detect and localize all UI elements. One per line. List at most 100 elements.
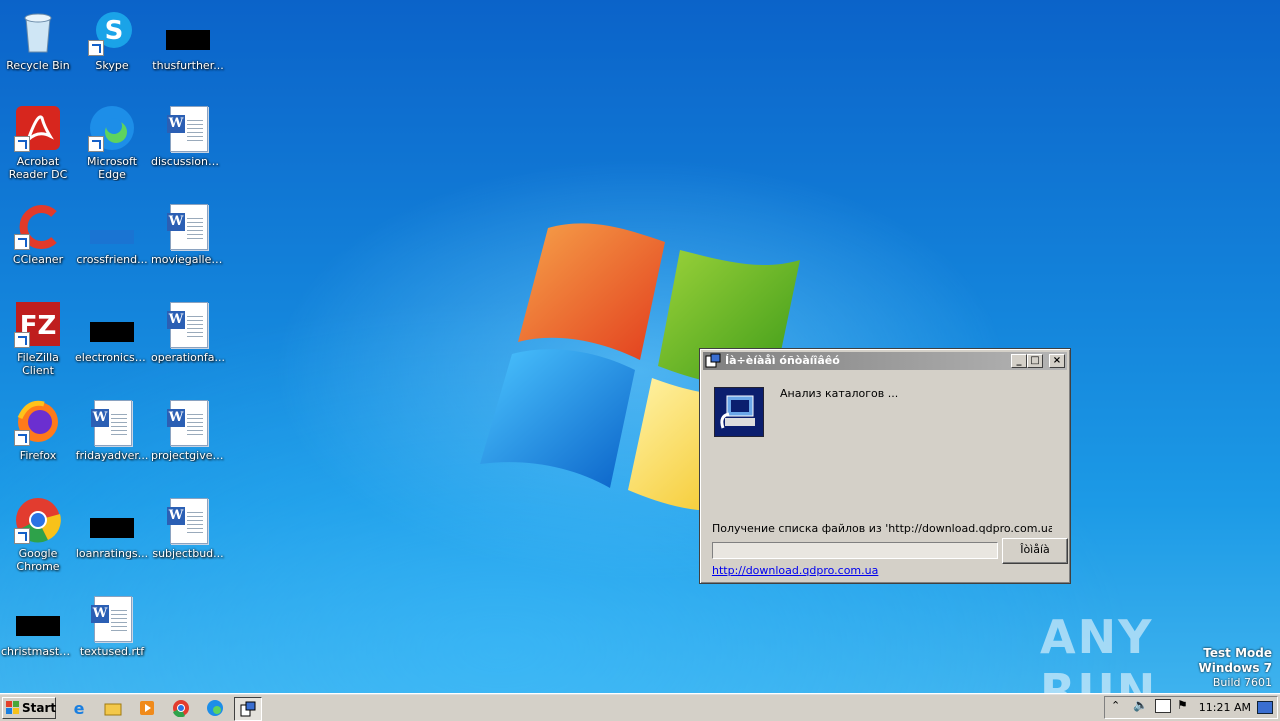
shortcut-arrow-icon [14,528,30,544]
svg-text:e: e [74,699,85,717]
desktop-icon-label: thusfurther... [152,59,224,72]
show-hidden-icons-icon[interactable]: ⌃ [1111,699,1120,712]
desktop-icon-label: subjectbud... [152,547,224,560]
desktop-icon-operationfa[interactable]: Woperationfa... [150,300,226,364]
word-document-icon: W [164,496,212,544]
desktop-icon-label: loanratings... [75,547,149,560]
desktop-icon-subjectbud[interactable]: Wsubjectbud... [150,496,226,560]
taskbar-installer-button[interactable] [234,697,262,721]
internet-explorer-icon: e [68,699,90,720]
desktop-icon-christmasth[interactable]: christmasth... [0,594,76,658]
redacted-icon [14,594,62,642]
media-player-icon [136,699,158,720]
desktop-icon-thusfurther[interactable]: thusfurther... [150,8,226,72]
desktop-icon-discussionm[interactable]: Wdiscussionm... [150,104,226,168]
redacted-icon [164,8,212,56]
volume-icon[interactable]: 🔈 [1133,698,1148,712]
desktop-icon-skype[interactable]: S Skype [74,8,150,72]
chrome-icon [14,496,62,544]
download-link[interactable]: http://download.qdpro.com.ua [712,564,878,577]
windows-flag-icon [6,701,19,714]
desktop-icon-label: CCleaner [12,253,64,266]
desktop-icon-ccleaner[interactable]: CCleaner [0,202,76,266]
clock[interactable]: 11:21 AM [1199,701,1251,714]
redacted-icon [88,300,136,348]
taskbar-explorer-button[interactable] [100,697,126,719]
installer-dialog: Íà÷èíàåì óñòàíîâêó _ □ × Анализ каталого… [699,348,1071,584]
desktop-icon-label: Google Chrome [16,547,60,573]
word-document-icon: W [164,398,212,446]
word-document-icon: W [164,104,212,152]
desktop-icon-loanratings[interactable]: loanratings... [74,496,150,560]
shortcut-arrow-icon [14,136,30,152]
computer-install-icon [714,387,764,437]
desktop-icon-label: Firefox [19,449,57,462]
show-desktop-icon[interactable] [1257,701,1273,714]
desktop-icon-label: FileZilla Client [17,351,59,377]
explorer-icon [102,699,124,720]
desktop-icon-label: projectgive.rtf [151,449,226,462]
dialog-message: Анализ каталогов ... [780,387,899,400]
network-icon[interactable] [1155,699,1171,713]
desktop-icon-textused-rtf[interactable]: Wtextused.rtf [74,594,150,658]
desktop-icon-label: Microsoft Edge [86,155,138,181]
edge-icon [204,699,226,720]
minimize-button[interactable]: _ [1011,354,1027,368]
desktop-icon-label: crossfriend... [76,253,148,266]
taskbar-edge-button[interactable] [202,697,228,719]
shortcut-arrow-icon [14,332,30,348]
desktop-icon-label: fridayadver... [75,449,149,462]
start-label: Start [22,701,57,715]
desktop-icon-label: Acrobat Reader DC [8,155,68,181]
dialog-title: Íà÷èíàåì óñòàíîâêó [725,354,840,367]
cancel-button[interactable]: Îòìåíà [1002,538,1068,564]
installer-icon [237,700,259,721]
desktop-icon-firefox[interactable]: Firefox [0,398,76,462]
recycle-bin-icon [14,8,62,56]
dialog-status-text: Получение списка файлов из 'http://downl… [712,522,1052,535]
acrobat-icon [14,104,62,152]
filezilla-icon: FZ [14,300,62,348]
desktop-icon-label: electronicsp... [75,351,150,364]
desktop-icon-recycle-bin[interactable]: Recycle Bin [0,8,76,72]
firefox-icon [14,398,62,446]
desktop-icon-label: Recycle Bin [6,59,70,72]
word-document-icon: W [164,300,212,348]
word-document-icon: W [88,594,136,642]
edge-icon [88,104,136,152]
watermark-line3: Build 7601 [1212,676,1272,689]
watermark-line1: Test Mode [1203,646,1272,660]
desktop-icon-fridayadver[interactable]: Wfridayadver... [74,398,150,462]
desktop-icon-electronicsp[interactable]: electronicsp... [74,300,150,364]
desktop-icon-projectgive-rtf[interactable]: Wprojectgive.rtf [150,398,226,462]
shortcut-arrow-icon [14,430,30,446]
shortcut-arrow-icon [88,136,104,152]
desktop-icon-label: textused.rtf [79,645,145,658]
ccleaner-icon [14,202,62,250]
taskbar-internet-explorer-button[interactable]: e [66,697,92,719]
desktop-icon-microsoft-edge[interactable]: Microsoft Edge [74,104,150,181]
desktop-icon-acrobat-reader-dc[interactable]: Acrobat Reader DC [0,104,76,181]
start-button[interactable]: Start [2,697,56,719]
close-button[interactable]: × [1049,354,1065,368]
word-document-icon: W [164,202,212,250]
desktop-icon-moviegaller[interactable]: Wmoviegaller... [150,202,226,266]
shortcut-arrow-icon [88,40,104,56]
desktop-icon-label: moviegaller... [151,253,226,266]
shortcut-arrow-icon [14,234,30,250]
watermark-line2: Windows 7 [1198,661,1272,675]
desktop-icon-filezilla-client[interactable]: FZ FileZilla Client [0,300,76,377]
desktop-icon-label: christmasth... [1,645,76,658]
desktop-icon-label: operationfa... [151,351,225,364]
maximize-button[interactable]: □ [1027,354,1043,368]
svg-text:S: S [105,16,124,46]
installer-icon [705,353,721,368]
taskbar: Start e ⌃ 🔈 ⚑ 11:21 AM [0,693,1280,721]
dialog-titlebar[interactable]: Íà÷èíàåì óñòàíîâêó _ □ × [703,352,1067,370]
taskbar-media-player-button[interactable] [134,697,160,719]
taskbar-chrome-button[interactable] [168,697,194,719]
desktop-icon-crossfriend[interactable]: crossfriend... [74,202,150,266]
action-center-flag-icon[interactable]: ⚑ [1177,698,1188,712]
folder-icon [88,202,136,250]
desktop-icon-google-chrome[interactable]: Google Chrome [0,496,76,573]
